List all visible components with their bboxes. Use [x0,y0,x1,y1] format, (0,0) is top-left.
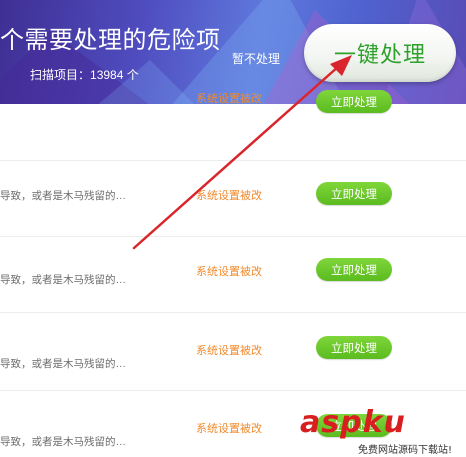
danger-items-title: 个需要处理的危险项 [0,27,221,54]
scan-label: 扫描项目： [30,68,91,82]
item-type: 系统设置被改 [196,345,262,357]
scan-items-count: 扫描项目：13984 个 [30,66,139,83]
list-item: 导致，或者是木马残留的… 系统设置被改 立即处理 [0,314,466,391]
scan-unit: 个 [126,68,139,82]
item-type: 系统设置被改 [196,423,262,435]
fix-now-button[interactable]: 立即处理 [316,258,392,281]
one-click-fix-label: 一键处理 [333,43,426,68]
item-description: 导致，或者是木马残留的… [0,274,126,286]
item-type: 系统设置被改 [196,93,262,105]
site-watermark: aspku 免费网站源码下载站! [300,405,466,457]
scan-results-page: 个需要处理的危险项 扫描项目：13984 个 暂不处理 一键处理 系统设置被改 … [0,0,466,457]
item-description: 导致，或者是木马残留的… [0,190,126,202]
skip-button[interactable]: 暂不处理 [232,50,280,67]
list-item: 系统设置被改 立即处理 [0,84,466,161]
scan-count: 13984 [90,68,124,82]
list-item: 导致，或者是木马残留的… 系统设置被改 立即处理 [0,236,466,313]
one-click-fix-button[interactable]: 一键处理 [304,24,456,82]
fix-now-button[interactable]: 立即处理 [316,90,392,113]
watermark-subtitle: 免费网站源码下载站! [358,445,453,456]
list-item: 导致，或者是木马残留的… 系统设置被改 立即处理 [0,160,466,237]
item-description: 导致，或者是木马残留的… [0,436,126,448]
item-type: 系统设置被改 [196,190,262,202]
item-description: 导致，或者是木马残留的… [0,358,126,370]
fix-now-button[interactable]: 立即处理 [316,182,392,205]
fix-now-button[interactable]: 立即处理 [316,336,392,359]
item-type: 系统设置被改 [196,266,262,278]
watermark-logo: aspku [300,405,406,440]
